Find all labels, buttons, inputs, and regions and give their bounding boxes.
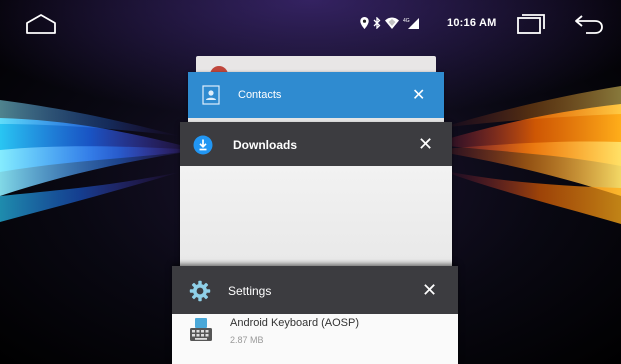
status-icons: 4G (360, 15, 419, 31)
card-title-contacts: Contacts (238, 89, 282, 101)
list-item[interactable]: Android Keyboard (AOSP) 2.87 MB (172, 314, 458, 356)
card-title-downloads: Downloads (233, 138, 298, 152)
recent-app-card-settings[interactable]: Settings ✕ Android Keyboard (AOSP) 2.87 … (172, 266, 458, 364)
location-icon (360, 17, 369, 29)
card-preview (180, 166, 452, 270)
bluetooth-icon (373, 17, 381, 29)
close-icon[interactable]: ✕ (422, 281, 437, 299)
card-preview: Android Keyboard (AOSP) 2.87 MB (172, 314, 458, 364)
recents-icon[interactable] (516, 13, 546, 35)
contacts-icon (202, 85, 220, 105)
close-icon[interactable]: ✕ (412, 87, 425, 105)
app-size: 2.87 MB (230, 335, 264, 345)
card-header: Contacts ✕ (188, 72, 444, 118)
settings-icon (189, 280, 211, 302)
card-header: Downloads ✕ (180, 122, 452, 166)
clock: 10:16 AM (447, 17, 497, 29)
card-title-settings: Settings (228, 284, 272, 298)
close-icon[interactable]: ✕ (418, 135, 433, 153)
card-header: Settings ✕ (172, 266, 458, 314)
svg-text:4G: 4G (403, 18, 410, 24)
status-bar: 4G 10:16 AM (0, 0, 621, 44)
keyboard-icon (188, 317, 214, 343)
recent-app-card-downloads[interactable]: Downloads ✕ (180, 122, 452, 270)
downloads-icon (193, 135, 213, 155)
signal-icon: 4G (403, 18, 419, 29)
app-name: Android Keyboard (AOSP) (230, 317, 360, 329)
back-icon[interactable] (573, 13, 605, 35)
wifi-icon (385, 17, 399, 29)
home-icon[interactable] (24, 12, 58, 36)
